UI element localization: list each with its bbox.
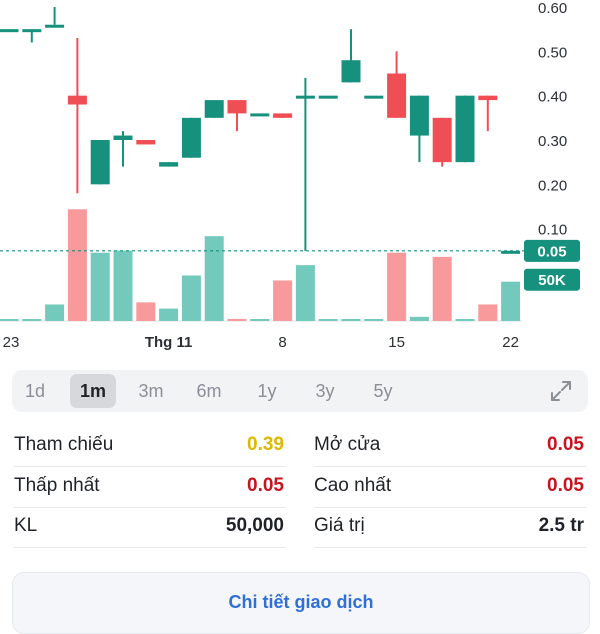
volume-bar: [136, 302, 156, 321]
candle-body: [90, 140, 110, 185]
volume-bar: [181, 275, 201, 321]
y-tick-label: 0.10: [538, 222, 567, 239]
candle-body: [67, 95, 87, 105]
stats-divider: [14, 507, 286, 508]
x-tick-label: Thg 11: [145, 334, 193, 351]
stats-divider: [314, 466, 586, 467]
stat-high-label: Cao nhất: [314, 475, 392, 496]
candle-body: [478, 95, 498, 101]
volume-bar: [45, 304, 65, 321]
stats-divider: [314, 547, 586, 548]
volume-bar: [501, 281, 521, 321]
expand-icon[interactable]: [548, 378, 574, 404]
stat-volume-label: KL: [14, 515, 38, 536]
candle-body: [22, 29, 42, 33]
x-tick-label: 22: [502, 334, 519, 351]
timeframe-6m[interactable]: 6m: [186, 374, 232, 408]
timeframe-3y[interactable]: 3y: [302, 374, 348, 408]
candle-body: [0, 29, 19, 33]
current-volume-label: 50K: [538, 272, 566, 289]
volume-bar: [250, 319, 270, 321]
candle-body: [455, 95, 475, 163]
timeframe-1y[interactable]: 1y: [244, 374, 290, 408]
candle-body: [387, 73, 407, 118]
stat-ref-value: 0.39: [247, 434, 284, 455]
stats-divider: [14, 547, 286, 548]
stat-high-value: 0.05: [547, 475, 584, 496]
x-tick-label: 23: [3, 334, 20, 351]
volume-bar: [90, 252, 110, 321]
trade-detail-button[interactable]: Chi tiết giao dịch: [12, 572, 590, 634]
candle-body: [250, 113, 270, 117]
current-price-label: 0.05: [537, 243, 566, 260]
stat-open-value: 0.05: [547, 434, 584, 455]
volume-bar: [0, 319, 19, 321]
stat-value-label: Giá trị: [314, 515, 365, 536]
x-tick-label: 15: [388, 334, 405, 351]
candle-body: [318, 95, 338, 99]
volume-bar: [227, 318, 247, 321]
timeframe-1m[interactable]: 1m: [70, 374, 116, 408]
candle-body: [364, 95, 384, 99]
stat-ref-label: Tham chiếu: [14, 434, 114, 455]
volume-bar: [113, 250, 133, 321]
candle-body: [159, 162, 179, 167]
candle-body: [295, 95, 315, 99]
candle-body: [136, 140, 156, 145]
stat-low-label: Thấp nhất: [14, 475, 100, 496]
candle-body: [181, 117, 201, 158]
candle-body: [227, 100, 247, 114]
timeframe-selector: 1d 1m 3m 6m 1y 3y 5y: [12, 370, 588, 412]
stat-volume-value: 50,000: [225, 515, 284, 536]
y-tick-label: 0.40: [538, 89, 567, 106]
stat-low-value: 0.05: [247, 475, 284, 496]
trade-detail-label: Chi tiết giao dịch: [228, 592, 374, 612]
volume-bar: [432, 256, 452, 321]
y-tick-label: 0.30: [538, 133, 567, 150]
volume-bar: [318, 319, 338, 321]
stats-divider: [14, 466, 286, 467]
stats-divider: [314, 507, 586, 508]
stat-value-value: 2.5 tr: [538, 515, 584, 536]
candle-body: [204, 100, 224, 118]
y-tick-label: 0.60: [538, 0, 567, 17]
y-tick-label: 0.50: [538, 44, 567, 61]
volume-bar: [67, 209, 87, 321]
volume-bar: [295, 265, 315, 321]
candle-body: [113, 135, 133, 140]
volume-bar: [204, 236, 224, 321]
volume-bar: [341, 318, 361, 321]
volume-bar: [22, 319, 42, 321]
candle-body: [273, 113, 293, 118]
volume-bar: [387, 252, 407, 321]
volume-bar: [159, 308, 179, 321]
volume-bar: [455, 319, 475, 321]
volume-bar: [478, 304, 498, 321]
candle-body: [45, 24, 65, 28]
stat-open-label: Mở cửa: [314, 434, 381, 455]
x-tick-label: 8: [278, 334, 286, 351]
timeframe-5y[interactable]: 5y: [360, 374, 406, 408]
volume-bar: [364, 319, 384, 321]
volume-bar: [273, 280, 293, 321]
candle-body: [341, 60, 361, 83]
y-tick-label: 0.20: [538, 177, 567, 194]
candle-body: [409, 95, 429, 136]
timeframe-3m[interactable]: 3m: [128, 374, 174, 408]
price-chart[interactable]: 0.60 0.50 0.40 0.30 0.20 0.10 0.05 50K 23 Thg 11 8…: [0, 0, 600, 360]
candle-body: [432, 117, 452, 163]
volume-bar: [409, 316, 429, 321]
timeframe-1d[interactable]: 1d: [12, 374, 58, 408]
